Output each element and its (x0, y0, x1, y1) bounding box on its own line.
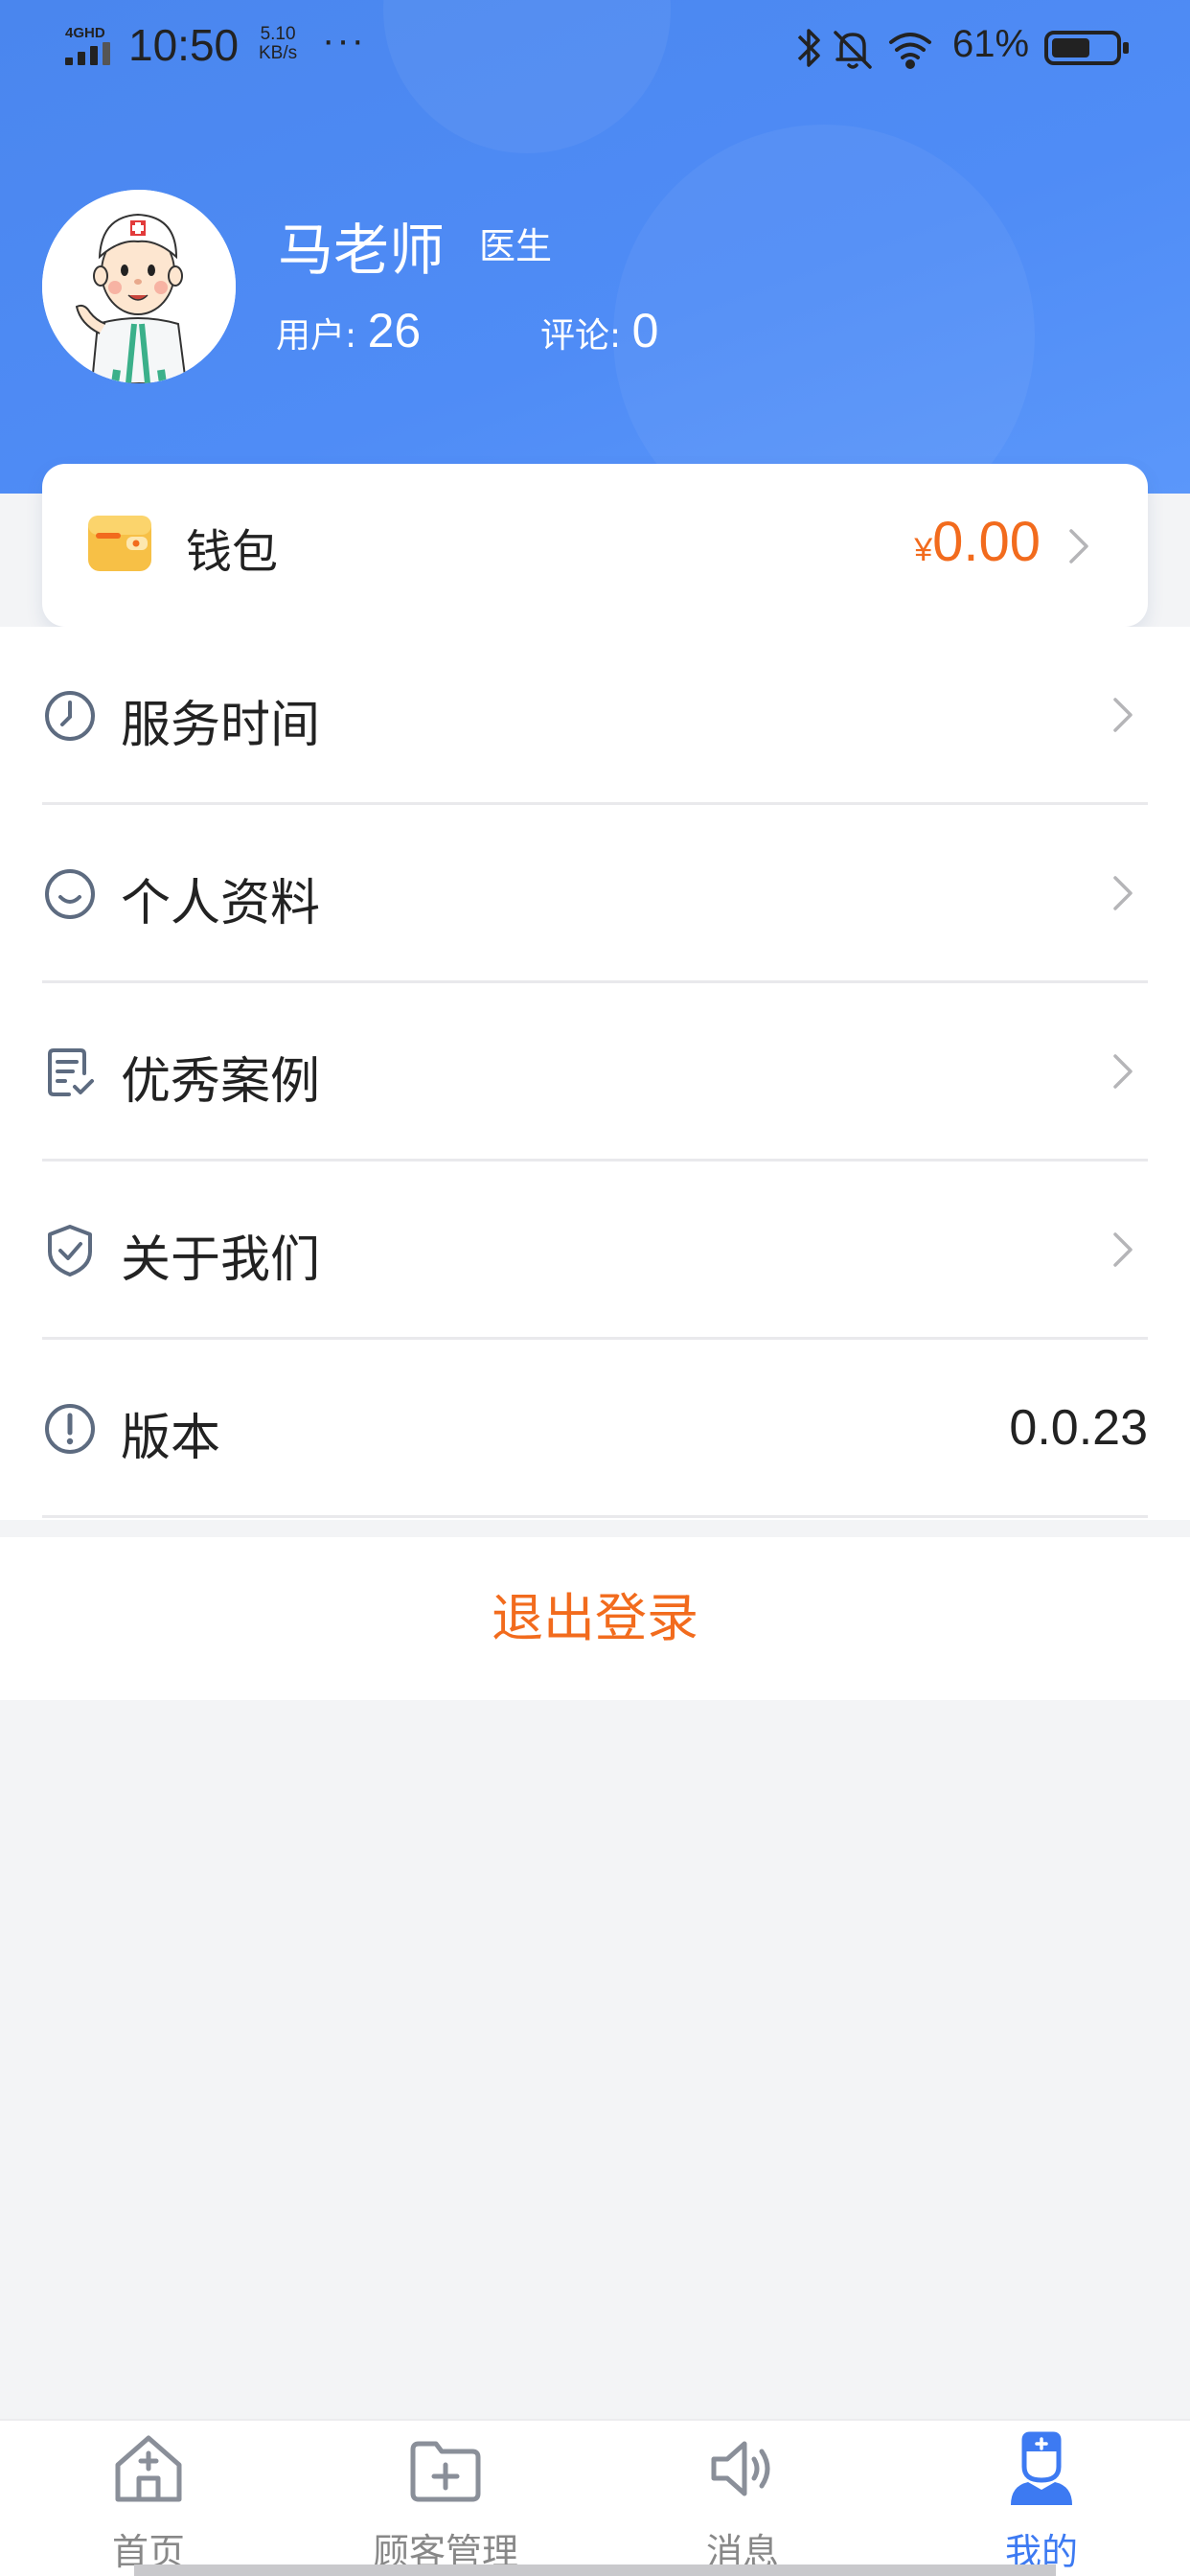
tab-mine[interactable]: 我的 (893, 2421, 1190, 2576)
wallet-card[interactable]: 钱包 ¥0.00 (42, 464, 1148, 627)
version-value: 0.0.23 (1009, 1400, 1148, 1456)
comments-count: 0 (631, 304, 659, 357)
chevron-right-icon (1069, 529, 1088, 564)
doctor-name: 马老师 (278, 218, 446, 283)
wallet-balance: ¥0.00 (914, 510, 1041, 574)
network-speed: 5.10 KB/s (259, 25, 297, 63)
header-decoration (613, 125, 1035, 494)
comments-label: 评论: (540, 316, 632, 356)
divider (42, 1515, 1148, 1518)
network-speed-value: 5.10 (260, 24, 296, 44)
menu-item-label: 优秀案例 (121, 1053, 321, 1111)
logout-button[interactable]: 退出登录 (0, 1537, 1190, 1700)
comments-stat: 评论: 0 (540, 303, 658, 358)
battery-icon (1044, 31, 1129, 65)
battery-fill (1052, 38, 1089, 58)
battery-percent: 61% (952, 23, 1030, 65)
wallet-label: 钱包 (186, 525, 279, 579)
smile-icon (45, 869, 95, 919)
menu-item-profile[interactable]: 个人资料 (42, 805, 1148, 983)
wallet-amount: 0.00 (932, 511, 1041, 573)
menu-item-service-time[interactable]: 服务时间 (42, 627, 1148, 805)
wallet-icon (88, 516, 151, 571)
chevron-right-icon (1113, 1054, 1133, 1089)
users-stat: 用户: 26 (276, 303, 421, 358)
status-icons (797, 29, 931, 69)
menu-item-label: 关于我们 (121, 1231, 321, 1289)
profile-header: 4GHD 10:50 5.10 KB/s ··· 61% 马老师 医生 用户: … (0, 0, 1190, 494)
speaker-icon (711, 2441, 770, 2496)
bottom-tab-bar: 首页 顾客管理 消息 我的 (0, 2419, 1190, 2576)
bell-muted-icon (834, 31, 872, 69)
users-count: 26 (367, 304, 422, 357)
menu-item-cases[interactable]: 优秀案例 (42, 983, 1148, 1162)
tab-messages[interactable]: 消息 (594, 2421, 891, 2576)
tab-home[interactable]: 首页 (0, 2421, 297, 2576)
tab-customers[interactable]: 顾客管理 (297, 2421, 594, 2576)
doctor-icon (1011, 2431, 1072, 2505)
menu-item-label: 版本 (121, 1410, 221, 1467)
logout-section: 退出登录 (0, 1537, 1190, 1700)
shield-check-icon (48, 1225, 92, 1276)
wifi-icon (889, 33, 931, 69)
status-bar: 4GHD 10:50 5.10 KB/s ··· 61% (0, 0, 1190, 96)
clock: 10:50 (128, 20, 240, 70)
doctor-avatar-illustration (42, 190, 236, 383)
network-speed-unit: KB/s (259, 43, 298, 63)
document-check-icon (48, 1048, 94, 1096)
folder-plus-icon (410, 2441, 481, 2502)
chevron-right-icon (1113, 876, 1133, 910)
settings-list: 服务时间 个人资料 优秀案例 关于我们 版本 0.0.23 (0, 627, 1190, 1520)
menu-item-version: 版本 0.0.23 (42, 1340, 1148, 1518)
clock-icon (45, 691, 95, 741)
signal-icon (65, 42, 115, 65)
avatar[interactable] (42, 190, 236, 383)
chevron-right-icon (1113, 698, 1133, 732)
menu-item-about[interactable]: 关于我们 (42, 1162, 1148, 1340)
info-icon (45, 1404, 95, 1454)
bluetooth-icon (797, 29, 820, 67)
home-icon (115, 2435, 182, 2502)
home-indicator[interactable] (134, 2564, 1056, 2576)
menu-item-label: 服务时间 (121, 697, 321, 754)
currency-symbol: ¥ (914, 532, 933, 568)
more-notifications-icon: ··· (322, 19, 366, 61)
chevron-right-icon (1113, 1232, 1133, 1267)
role-badge: 医生 (479, 225, 553, 267)
network-type: 4GHD (65, 25, 105, 41)
menu-item-label: 个人资料 (121, 875, 321, 932)
users-label: 用户: (276, 316, 368, 356)
